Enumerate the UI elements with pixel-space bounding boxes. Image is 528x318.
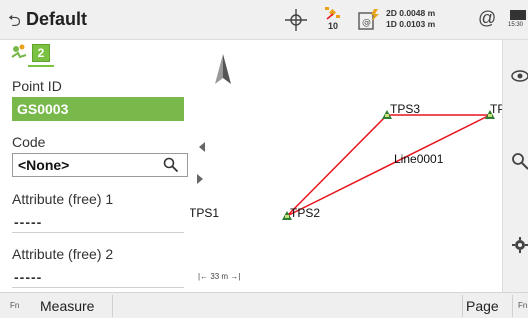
battery-icon (510, 10, 526, 20)
satellite-icon (325, 7, 340, 20)
coding-tab-icon[interactable] (10, 43, 28, 63)
map-view[interactable]: TPS1 TPS2 TPS3 TPS4 Line0001 |← 33 m →| (190, 40, 502, 292)
attribute-2-underline (12, 287, 184, 288)
satellite-status[interactable]: 10 (322, 6, 346, 34)
line-label[interactable]: Line0001 (394, 152, 443, 166)
softkey-separator (512, 295, 513, 317)
point-form-panel: 2 Point ID GS0003 Code <None> Attribute … (0, 40, 190, 292)
precision-readout: 2D 0.0048 m 1D 0.0103 m (386, 8, 435, 30)
point-label-tps4[interactable]: TPS4 (490, 102, 502, 116)
measure-button[interactable]: Measure (40, 298, 94, 314)
scale-label: 33 m (210, 272, 229, 281)
crosshair-icon[interactable] (284, 8, 308, 32)
satellite-count: 10 (328, 21, 339, 31)
code-label: Code (12, 134, 46, 150)
attribute-1-underline (12, 232, 184, 233)
clock-label: 15:30 (508, 22, 524, 28)
svg-text:@: @ (362, 18, 371, 28)
code-field[interactable]: <None> (12, 153, 188, 177)
eye-view-icon[interactable] (511, 68, 528, 84)
point-label-tps3[interactable]: TPS3 (390, 102, 420, 116)
rtk-connection-icon[interactable]: @ (358, 7, 380, 33)
page-button[interactable]: Page (466, 298, 499, 314)
page-title: Default (26, 9, 88, 29)
battery-status[interactable]: 15:30 (508, 10, 528, 32)
zoom-search-icon[interactable] (511, 152, 528, 170)
scale-right-tick: →| (230, 272, 241, 281)
back-icon[interactable]: ⮌ (8, 10, 21, 37)
point-id-label: Point ID (12, 78, 62, 94)
precision-1d: 1D 0.0103 m (386, 19, 436, 29)
survey-lines (282, 110, 495, 220)
precision-2d: 2D 0.0048 m (386, 8, 436, 18)
point-label-tps1[interactable]: TPS1 (190, 206, 219, 220)
softkey-separator (112, 295, 113, 317)
scale-bar: |← 33 m →| (198, 272, 240, 281)
scale-left-tick: |← (198, 272, 209, 281)
search-icon[interactable] (163, 157, 179, 173)
map-tool-strip (502, 40, 528, 292)
settings-gear-icon[interactable] (511, 236, 528, 254)
bottom-softkey-bar: Fn Measure Page Fn (0, 292, 528, 318)
point-label-tps2[interactable]: TPS2 (290, 206, 320, 220)
top-bar: ⮌ Default 10 @ 2D 0.0048 m 1D 0.0103 m @… (0, 0, 528, 40)
active-tab-indicator (28, 65, 54, 67)
code-value: <None> (18, 157, 70, 173)
fn-right-key[interactable]: Fn (518, 301, 527, 310)
line-0001 (286, 114, 491, 217)
attribute-2-field[interactable]: ----- (14, 269, 42, 285)
fn-left-key[interactable]: Fn (10, 301, 19, 310)
point-id-field[interactable]: GS0003 (12, 97, 184, 121)
attribute-1-field[interactable]: ----- (14, 214, 42, 230)
attribute-2-label: Attribute (free) 2 (12, 246, 114, 262)
softkey-separator (462, 295, 463, 317)
internet-status-icon[interactable]: @ (478, 8, 496, 29)
attribute-1-label: Attribute (free) 1 (12, 191, 114, 207)
tab-page-2[interactable]: 2 (32, 44, 50, 62)
